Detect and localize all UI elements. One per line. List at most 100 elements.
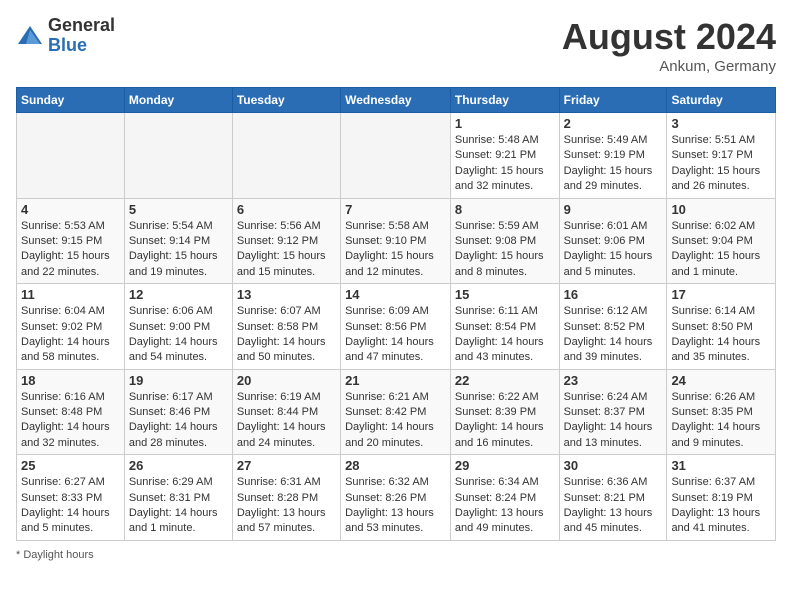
day-info: Sunrise: 6:21 AMSunset: 8:42 PMDaylight:… [345,390,446,452]
calendar-cell: 16 Sunrise: 6:12 AMSunset: 8:52 PMDayligh… [559,284,667,370]
weekday-header: Tuesday [232,88,340,113]
day-info: Sunrise: 6:26 AMSunset: 8:35 PMDaylight:… [671,390,771,452]
day-info: Sunrise: 6:36 AMSunset: 8:21 PMDaylight:… [564,475,663,537]
calendar-cell: 15 Sunrise: 6:11 AMSunset: 8:54 PMDayligh… [450,284,559,370]
calendar-cell: 17 Sunrise: 6:14 AMSunset: 8:50 PMDayligh… [667,284,776,370]
calendar-cell: 22Sunrise: 6:22 AMSunset: 8:39 PMDayligh… [450,369,559,455]
calendar-cell: 6 Sunrise: 5:56 AMSunset: 9:12 PMDaylight… [232,198,340,284]
day-info: Sunrise: 6:14 AMSunset: 8:50 PMDaylight:… [671,304,771,366]
calendar-cell: 30 Sunrise: 6:36 AMSunset: 8:21 PMDayligh… [559,455,667,541]
weekday-header: Monday [124,88,232,113]
footer-note-text: Daylight hours [23,549,93,561]
day-info: Sunrise: 6:24 AMSunset: 8:37 PMDaylight:… [564,390,663,452]
calendar-cell: 21 Sunrise: 6:21 AMSunset: 8:42 PMDayligh… [341,369,451,455]
day-number: 1 [455,116,555,131]
calendar-cell: 20Sunrise: 6:19 AMSunset: 8:44 PMDayligh… [232,369,340,455]
calendar-cell: 12Sunrise: 6:06 AMSunset: 9:00 PMDayligh… [124,284,232,370]
weekday-header: Saturday [667,88,776,113]
weekday-header: Sunday [17,88,125,113]
day-number: 28 [345,458,446,473]
logo: General Blue [16,16,115,56]
calendar-cell [341,113,451,199]
calendar-table: SundayMondayTuesdayWednesdayThursdayFrid… [16,87,776,541]
day-info: Sunrise: 6:01 AMSunset: 9:06 PMDaylight:… [564,219,663,281]
calendar-cell: 3 Sunrise: 5:51 AMSunset: 9:17 PMDaylight… [667,113,776,199]
day-info: Sunrise: 5:58 AMSunset: 9:10 PMDaylight:… [345,219,446,281]
calendar-cell [124,113,232,199]
day-number: 25 [21,458,120,473]
day-number: 26 [129,458,228,473]
calendar-cell [17,113,125,199]
day-number: 2 [564,116,663,131]
day-info: Sunrise: 5:54 AMSunset: 9:14 PMDaylight:… [129,219,228,281]
day-number: 19 [129,373,228,388]
day-number: 6 [237,202,336,217]
day-info: Sunrise: 6:34 AMSunset: 8:24 PMDaylight:… [455,475,555,537]
day-info: Sunrise: 6:02 AMSunset: 9:04 PMDaylight:… [671,219,771,281]
weekday-header: Thursday [450,88,559,113]
day-number: 31 [671,458,771,473]
day-info: Sunrise: 6:32 AMSunset: 8:26 PMDaylight:… [345,475,446,537]
day-info: Sunrise: 5:56 AMSunset: 9:12 PMDaylight:… [237,219,336,281]
day-number: 11 [21,287,120,302]
calendar-week-row: 4Sunrise: 5:53 AMSunset: 9:15 PMDaylight… [17,198,776,284]
day-number: 5 [129,202,228,217]
calendar-cell: 7 Sunrise: 5:58 AMSunset: 9:10 PMDaylight… [341,198,451,284]
day-info: Sunrise: 6:11 AMSunset: 8:54 PMDaylight:… [455,304,555,366]
calendar-cell: 24 Sunrise: 6:26 AMSunset: 8:35 PMDayligh… [667,369,776,455]
calendar-cell: 19 Sunrise: 6:17 AMSunset: 8:46 PMDayligh… [124,369,232,455]
calendar-cell: 1 Sunrise: 5:48 AMSunset: 9:21 PMDaylight… [450,113,559,199]
calendar-cell: 8 Sunrise: 5:59 AMSunset: 9:08 PMDaylight… [450,198,559,284]
day-number: 21 [345,373,446,388]
calendar-cell: 5 Sunrise: 5:54 AMSunset: 9:14 PMDaylight… [124,198,232,284]
day-number: 7 [345,202,446,217]
day-number: 3 [671,116,771,131]
day-number: 15 [455,287,555,302]
day-info: Sunrise: 6:17 AMSunset: 8:46 PMDaylight:… [129,390,228,452]
day-info: Sunrise: 6:27 AMSunset: 8:33 PMDaylight:… [21,475,120,537]
calendar-cell: 2 Sunrise: 5:49 AMSunset: 9:19 PMDaylight… [559,113,667,199]
day-info: Sunrise: 6:16 AMSunset: 8:48 PMDaylight:… [21,390,120,452]
day-number: 22 [455,373,555,388]
calendar-cell: 31Sunrise: 6:37 AMSunset: 8:19 PMDayligh… [667,455,776,541]
day-info: Sunrise: 6:31 AMSunset: 8:28 PMDaylight:… [237,475,336,537]
day-number: 10 [671,202,771,217]
day-info: Sunrise: 6:12 AMSunset: 8:52 PMDaylight:… [564,304,663,366]
calendar-cell: 4Sunrise: 5:53 AMSunset: 9:15 PMDaylight… [17,198,125,284]
calendar-cell: 26 Sunrise: 6:29 AMSunset: 8:31 PMDayligh… [124,455,232,541]
month-title: August 2024 [562,16,776,58]
day-info: Sunrise: 6:09 AMSunset: 8:56 PMDaylight:… [345,304,446,366]
calendar-cell: 9 Sunrise: 6:01 AMSunset: 9:06 PMDaylight… [559,198,667,284]
day-info: Sunrise: 6:06 AMSunset: 9:00 PMDaylight:… [129,304,228,366]
calendar-cell: 28 Sunrise: 6:32 AMSunset: 8:26 PMDayligh… [341,455,451,541]
day-info: Sunrise: 5:51 AMSunset: 9:17 PMDaylight:… [671,133,771,195]
day-number: 13 [237,287,336,302]
day-number: 23 [564,373,663,388]
day-info: Sunrise: 5:49 AMSunset: 9:19 PMDaylight:… [564,133,663,195]
logo-icon [16,22,44,50]
footer-note: * Daylight hours [16,549,776,561]
day-info: Sunrise: 6:29 AMSunset: 8:31 PMDaylight:… [129,475,228,537]
day-info: Sunrise: 6:04 AMSunset: 9:02 PMDaylight:… [21,304,120,366]
day-info: Sunrise: 5:59 AMSunset: 9:08 PMDaylight:… [455,219,555,281]
day-number: 16 [564,287,663,302]
logo-general: General [48,16,115,36]
calendar-cell: 27Sunrise: 6:31 AMSunset: 8:28 PMDayligh… [232,455,340,541]
day-number: 8 [455,202,555,217]
day-number: 17 [671,287,771,302]
day-info: Sunrise: 5:53 AMSunset: 9:15 PMDaylight:… [21,219,120,281]
calendar-cell: 25 Sunrise: 6:27 AMSunset: 8:33 PMDayligh… [17,455,125,541]
calendar-cell: 29Sunrise: 6:34 AMSunset: 8:24 PMDayligh… [450,455,559,541]
weekday-header: Friday [559,88,667,113]
day-number: 9 [564,202,663,217]
page-header: General Blue August 2024 Ankum, Germany [16,16,776,75]
day-number: 18 [21,373,120,388]
calendar-header-row: SundayMondayTuesdayWednesdayThursdayFrid… [17,88,776,113]
day-number: 24 [671,373,771,388]
day-info: Sunrise: 6:07 AMSunset: 8:58 PMDaylight:… [237,304,336,366]
weekday-header: Wednesday [341,88,451,113]
title-section: August 2024 Ankum, Germany [562,16,776,75]
calendar-cell: 13 Sunrise: 6:07 AMSunset: 8:58 PMDayligh… [232,284,340,370]
day-info: Sunrise: 5:48 AMSunset: 9:21 PMDaylight:… [455,133,555,195]
day-number: 30 [564,458,663,473]
